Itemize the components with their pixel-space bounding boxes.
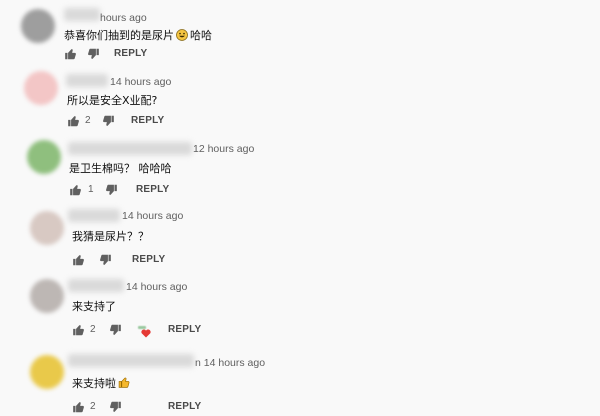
comment-item: 14 hours ago 来支持了 2 REPLY bbox=[0, 271, 600, 339]
comment-timestamp[interactable]: 12 hours ago bbox=[193, 143, 254, 155]
thumb-up-icon[interactable] bbox=[72, 323, 86, 337]
comment-timestamp[interactable]: 14 hours ago bbox=[126, 281, 187, 293]
thumb-up-icon[interactable] bbox=[69, 183, 83, 197]
reply-button[interactable]: REPLY bbox=[132, 254, 165, 265]
comment-text: 是卫生棉吗？ 哈哈哈 bbox=[69, 162, 172, 175]
thumb-up-icon[interactable] bbox=[72, 253, 86, 267]
comment-actions: REPLY bbox=[72, 253, 192, 269]
creator-heart bbox=[136, 323, 152, 339]
thumb-up-icon[interactable] bbox=[67, 114, 81, 128]
comment-text: 来支持啦 bbox=[72, 375, 133, 391]
reply-button[interactable]: REPLY bbox=[131, 115, 164, 126]
comment-item: hours ago 恭喜你们抽到的是尿片 哈哈 REPLY bbox=[0, 0, 600, 68]
thumbs-up-emoji-icon bbox=[118, 377, 130, 388]
thumb-down-icon[interactable] bbox=[104, 183, 118, 197]
like-count: 1 bbox=[88, 184, 94, 195]
thumb-down-icon[interactable] bbox=[108, 400, 122, 414]
comment-text: 所以是安全X业配? bbox=[67, 94, 158, 107]
reply-button[interactable]: REPLY bbox=[168, 401, 201, 412]
reply-button[interactable]: REPLY bbox=[168, 324, 201, 335]
author-name-blurred[interactable] bbox=[64, 8, 100, 21]
comment-text-main: 来支持啦 bbox=[72, 377, 116, 390]
comment-timestamp[interactable]: 14 hours ago bbox=[122, 210, 183, 222]
comment-text: 我猜是尿片？？ bbox=[72, 230, 149, 243]
comment-timestamp[interactable]: hours ago bbox=[100, 12, 147, 24]
author-name-blurred[interactable] bbox=[68, 142, 192, 155]
comment-text: 恭喜你们抽到的是尿片 哈哈 bbox=[64, 27, 212, 43]
comment-actions: 1 REPLY bbox=[69, 183, 209, 199]
thumb-down-icon[interactable] bbox=[108, 323, 122, 337]
reply-button[interactable]: REPLY bbox=[136, 184, 169, 195]
comment-timestamp[interactable]: n 14 hours ago bbox=[195, 357, 265, 369]
comment-text-main: 恭喜你们抽到的是尿片 bbox=[64, 29, 174, 42]
like-count: 2 bbox=[85, 115, 91, 126]
avatar[interactable] bbox=[30, 355, 64, 389]
thumb-down-icon[interactable] bbox=[101, 114, 115, 128]
avatar[interactable] bbox=[30, 211, 64, 245]
thumb-up-icon[interactable] bbox=[72, 400, 86, 414]
grinning-face-emoji-icon bbox=[176, 29, 188, 41]
comment-text-after: 哈哈 bbox=[190, 29, 212, 42]
author-name-blurred[interactable] bbox=[66, 74, 108, 87]
avatar[interactable] bbox=[27, 140, 61, 174]
comment-timestamp[interactable]: 14 hours ago bbox=[110, 76, 171, 88]
thumb-up-icon[interactable] bbox=[64, 47, 78, 61]
thumb-down-icon[interactable] bbox=[86, 47, 100, 61]
comment-item: n 14 hours ago 来支持啦 2 REPLY bbox=[0, 339, 600, 407]
avatar[interactable] bbox=[30, 279, 64, 313]
comment-actions: REPLY bbox=[64, 47, 184, 63]
comment-actions: 2 REPLY bbox=[72, 323, 232, 339]
like-count: 2 bbox=[90, 401, 96, 412]
author-name-blurred[interactable] bbox=[68, 354, 194, 367]
reply-button[interactable]: REPLY bbox=[114, 48, 147, 59]
heart-icon bbox=[141, 329, 151, 338]
avatar[interactable] bbox=[24, 71, 58, 105]
comment-text: 来支持了 bbox=[72, 300, 116, 313]
comment-item: 12 hours ago 是卫生棉吗？ 哈哈哈 1 REPLY bbox=[0, 135, 600, 203]
comment-item: 14 hours ago 所以是安全X业配? 2 REPLY bbox=[0, 67, 600, 135]
author-name-blurred[interactable] bbox=[68, 279, 124, 292]
comment-actions: 2 REPLY bbox=[72, 400, 232, 416]
avatar[interactable] bbox=[21, 9, 55, 43]
like-count: 2 bbox=[90, 324, 96, 335]
comment-actions: 2 REPLY bbox=[67, 114, 207, 130]
author-name-blurred[interactable] bbox=[68, 209, 120, 222]
comment-item: 14 hours ago 我猜是尿片？？ REPLY bbox=[0, 203, 600, 271]
thumb-down-icon[interactable] bbox=[98, 253, 112, 267]
